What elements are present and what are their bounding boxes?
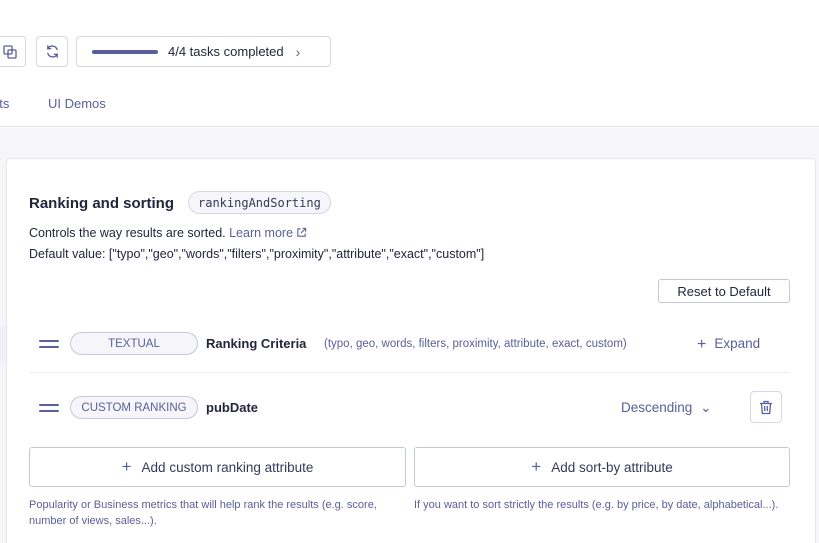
setting-code-badge: rankingAndSorting xyxy=(188,191,331,214)
tab-stats[interactable]: ats xyxy=(0,96,9,111)
top-toolbar: 4/4 tasks completed › xyxy=(0,0,819,80)
ranking-row-custom: CUSTOM RANKING pubDate Descending ⌄ xyxy=(29,377,790,437)
custom-ranking-help: Popularity or Business metrics that will… xyxy=(29,499,377,527)
tasks-progress-bar xyxy=(92,49,158,54)
description-text: Controls the way results are sorted. xyxy=(29,226,226,240)
section-description: Controls the way results are sorted. Lea… xyxy=(29,226,307,240)
add-custom-ranking-label: Add custom ranking attribute xyxy=(141,459,314,475)
learn-more-label: Learn more xyxy=(229,226,294,240)
tab-bar: ats UI Demos xyxy=(0,80,819,127)
tasks-progress-button[interactable]: 4/4 tasks completed › xyxy=(76,36,331,67)
delete-button[interactable] xyxy=(750,391,782,423)
tab-ui-demos[interactable]: UI Demos xyxy=(48,96,106,111)
sort-order-select[interactable]: Descending ⌄ xyxy=(621,400,712,416)
trash-icon xyxy=(760,400,772,414)
plus-icon: + xyxy=(531,457,542,476)
reset-to-default-button[interactable]: Reset to Default xyxy=(658,279,790,303)
copy-button[interactable] xyxy=(0,36,26,67)
ranking-type-badge: CUSTOM RANKING xyxy=(70,396,198,419)
ranking-row-criteria: (typo, geo, words, filters, proximity, a… xyxy=(324,338,627,350)
expand-button[interactable]: + Expand xyxy=(697,336,760,354)
sort-order-value: Descending xyxy=(621,400,693,415)
tasks-label: 4/4 tasks completed xyxy=(168,44,284,59)
sort-by-help: If you want to sort strictly the results… xyxy=(414,499,779,511)
plus-icon: + xyxy=(121,457,132,476)
ranking-row-name: Ranking Criteria xyxy=(206,336,307,351)
copy-icon xyxy=(3,44,17,59)
add-custom-ranking-button[interactable]: + Add custom ranking attribute xyxy=(29,447,406,487)
chevron-down-icon: ⌄ xyxy=(700,400,712,415)
plus-icon: + xyxy=(697,336,707,353)
chevron-right-icon: › xyxy=(295,43,301,60)
refresh-button[interactable] xyxy=(36,36,68,67)
default-value-text: Default value: ["typo","geo","words","fi… xyxy=(29,247,485,261)
ranking-row-textual: TEXTUAL Ranking Criteria (typo, geo, wor… xyxy=(29,313,790,373)
section-title: Ranking and sorting xyxy=(29,195,175,212)
ranking-row-name: pubDate xyxy=(206,400,258,415)
add-sort-by-button[interactable]: + Add sort-by attribute xyxy=(414,447,790,487)
learn-more-link[interactable]: Learn more xyxy=(229,226,307,240)
drag-handle-icon[interactable] xyxy=(39,340,59,348)
ranking-type-badge: TEXTUAL xyxy=(70,332,198,355)
drag-handle-icon[interactable] xyxy=(39,404,59,412)
expand-label: Expand xyxy=(714,336,761,351)
add-sort-by-label: Add sort-by attribute xyxy=(551,459,673,475)
external-link-icon xyxy=(297,227,307,237)
refresh-icon xyxy=(46,45,58,58)
